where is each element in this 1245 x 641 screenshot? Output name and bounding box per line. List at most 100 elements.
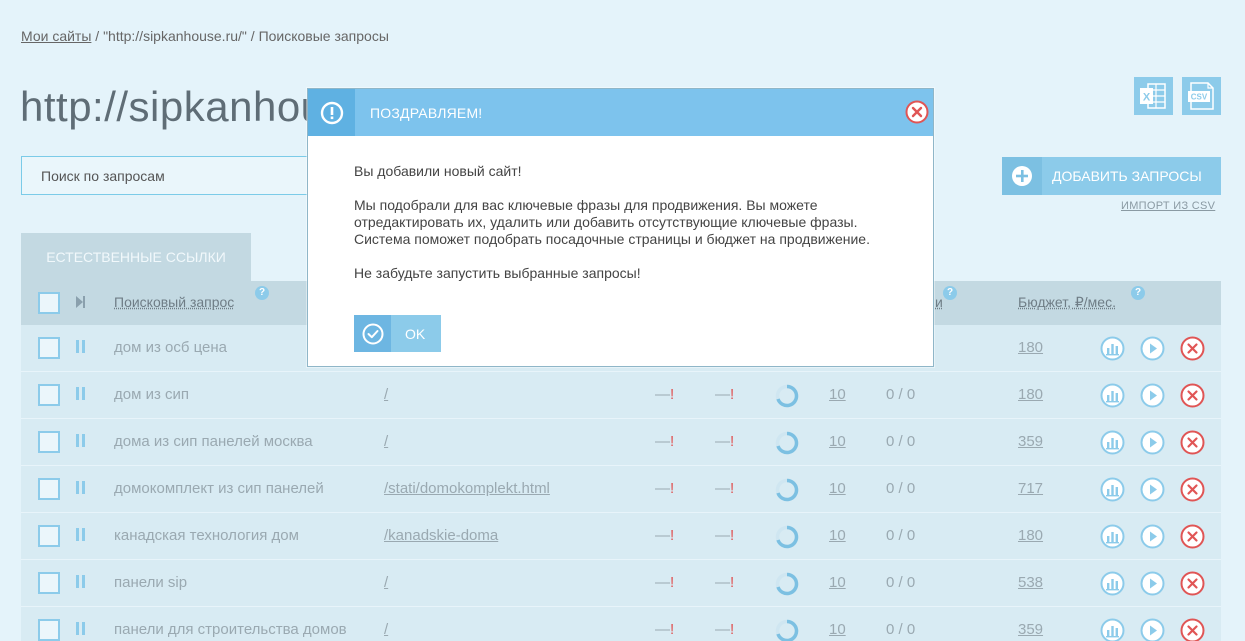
add-queries-button[interactable]: ДОБАВИТЬ ЗАПРОСЫ <box>1002 157 1221 195</box>
warning-mark: ! <box>670 621 675 638</box>
play-icon[interactable] <box>1140 336 1165 361</box>
row-landing-page-link[interactable]: / <box>384 621 388 638</box>
row-position-1: —! <box>655 433 674 450</box>
row-position-2: —! <box>715 480 734 497</box>
ok-button[interactable]: OK <box>354 315 441 352</box>
row-checkbox[interactable] <box>38 478 60 500</box>
breadcrumb-separator: / <box>91 28 104 44</box>
dialog-message-1: Вы добавили новый сайт! <box>354 163 522 179</box>
pause-icon[interactable] <box>76 575 86 589</box>
export-csv-button[interactable]: CSV <box>1182 77 1221 115</box>
row-position-1: —! <box>655 574 674 591</box>
breadcrumb-current: Поисковые запросы <box>258 28 389 44</box>
row-budget-link[interactable]: 180 <box>1018 527 1043 544</box>
row-position-1: —! <box>655 480 674 497</box>
delete-icon[interactable] <box>1180 571 1205 596</box>
search-input[interactable]: Поиск по запросам <box>21 156 321 195</box>
row-count-link[interactable]: 10 <box>829 386 846 403</box>
progress-spinner-icon <box>775 572 799 596</box>
row-checkbox[interactable] <box>38 525 60 547</box>
delete-icon[interactable] <box>1180 477 1205 502</box>
statistics-icon[interactable] <box>1100 383 1125 408</box>
row-budget-link[interactable]: 359 <box>1018 621 1043 638</box>
row-query: канадская технология дом <box>114 527 299 544</box>
row-count-link[interactable]: 10 <box>829 527 846 544</box>
row-checkbox[interactable] <box>38 431 60 453</box>
warning-mark: ! <box>730 574 735 591</box>
start-all-icon[interactable] <box>76 295 86 309</box>
dialog-title: ПОЗДРАВЛЯЕМ! <box>370 104 483 121</box>
row-position-2-value: — <box>715 621 730 638</box>
progress-spinner-icon <box>775 525 799 549</box>
row-budget-link[interactable]: 359 <box>1018 433 1043 450</box>
row-position-1-value: — <box>655 527 670 544</box>
pause-icon[interactable] <box>76 387 86 401</box>
statistics-icon[interactable] <box>1100 477 1125 502</box>
row-budget-link[interactable]: 180 <box>1018 386 1043 403</box>
row-count-link[interactable]: 10 <box>829 433 846 450</box>
warning-mark: ! <box>670 574 675 591</box>
row-budget-link[interactable]: 180 <box>1018 339 1043 356</box>
pause-icon[interactable] <box>76 434 86 448</box>
table-row: панели для строительства домов / —! —! 10 0 /… <box>21 607 1221 641</box>
header-partial[interactable]: и <box>935 294 943 310</box>
help-icon[interactable]: ? <box>255 286 269 300</box>
tab-natural-links[interactable]: ЕСТЕСТВЕННЫЕ ССЫЛКИ <box>21 233 251 281</box>
statistics-icon[interactable] <box>1100 336 1125 361</box>
row-position-1-value: — <box>655 621 670 638</box>
row-checkbox[interactable] <box>38 619 60 641</box>
delete-icon[interactable] <box>1180 430 1205 455</box>
row-landing-page-link[interactable]: / <box>384 574 388 591</box>
header-query[interactable]: Поисковый запрос <box>114 294 234 310</box>
dialog-message-2: Мы подобрали для вас ключевые фразы для … <box>354 197 870 247</box>
delete-icon[interactable] <box>1180 524 1205 549</box>
delete-icon[interactable] <box>1180 383 1205 408</box>
delete-icon[interactable] <box>1180 618 1205 641</box>
row-position-2: —! <box>715 527 734 544</box>
row-landing-page-link[interactable]: /kanadskie-doma <box>384 527 498 544</box>
pause-icon[interactable] <box>76 622 86 636</box>
warning-mark: ! <box>670 527 675 544</box>
breadcrumb-my-sites-link[interactable]: Мои сайты <box>21 28 91 44</box>
play-icon[interactable] <box>1140 618 1165 641</box>
statistics-icon[interactable] <box>1100 430 1125 455</box>
row-checkbox[interactable] <box>38 337 60 359</box>
help-icon[interactable]: ? <box>943 286 957 300</box>
play-icon[interactable] <box>1140 383 1165 408</box>
row-position-2: —! <box>715 433 734 450</box>
row-checkbox[interactable] <box>38 384 60 406</box>
row-landing-page-link[interactable]: /stati/domokomplekt.html <box>384 480 550 497</box>
check-circle-icon <box>354 315 391 352</box>
select-all-checkbox[interactable] <box>38 292 60 314</box>
row-checkbox[interactable] <box>38 572 60 594</box>
header-budget[interactable]: Бюджет, ₽/мес. <box>1018 294 1116 311</box>
statistics-icon[interactable] <box>1100 618 1125 641</box>
row-count-link[interactable]: 10 <box>829 480 846 497</box>
ok-label: OK <box>405 325 426 342</box>
row-position-1-value: — <box>655 480 670 497</box>
delete-icon[interactable] <box>1180 336 1205 361</box>
warning-mark: ! <box>670 386 675 403</box>
row-landing-page-link[interactable]: / <box>384 433 388 450</box>
play-icon[interactable] <box>1140 524 1165 549</box>
play-icon[interactable] <box>1140 571 1165 596</box>
help-icon[interactable]: ? <box>1131 286 1145 300</box>
pause-icon[interactable] <box>76 481 86 495</box>
row-query: дома из сип панелей москва <box>114 433 313 450</box>
pause-icon[interactable] <box>76 340 86 354</box>
statistics-icon[interactable] <box>1100 524 1125 549</box>
row-count-link[interactable]: 10 <box>829 574 846 591</box>
close-button[interactable] <box>905 100 929 124</box>
export-excel-button[interactable]: X <box>1134 77 1173 115</box>
statistics-icon[interactable] <box>1100 571 1125 596</box>
row-budget-link[interactable]: 538 <box>1018 574 1043 591</box>
csv-icon-text: CSV <box>1191 93 1208 102</box>
play-icon[interactable] <box>1140 430 1165 455</box>
row-count-link[interactable]: 10 <box>829 621 846 638</box>
play-icon[interactable] <box>1140 477 1165 502</box>
pause-icon[interactable] <box>76 528 86 542</box>
row-budget-link[interactable]: 717 <box>1018 480 1043 497</box>
warning-mark: ! <box>730 527 735 544</box>
import-csv-link[interactable]: ИМПОРТ ИЗ CSV <box>1121 200 1215 212</box>
row-landing-page-link[interactable]: / <box>384 386 388 403</box>
